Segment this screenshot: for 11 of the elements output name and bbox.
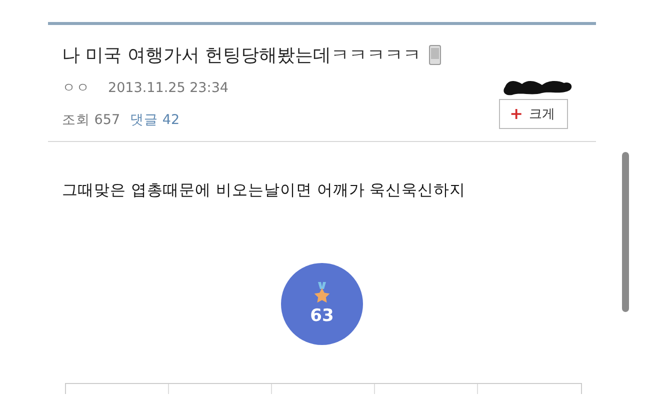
post-body: 그때맞은 엽총때문에 비오는날이면 어깨가 욱신욱신하지	[62, 180, 467, 201]
recommend-button[interactable]: 63	[281, 263, 363, 345]
phone-icon	[429, 45, 442, 65]
post-date: 2013.11.25 23:34	[108, 80, 228, 96]
enlarge-button[interactable]: + 크게	[498, 99, 568, 129]
scrollbar[interactable]	[622, 152, 629, 312]
comment-count[interactable]: 댓글 42	[130, 112, 180, 128]
post-title: 나 미국 여행가서 헌팅당해봤는데ㅋㅋㅋㅋㅋ	[62, 44, 422, 67]
author-name: ㅇㅇ	[62, 80, 90, 96]
medal-icon	[313, 282, 331, 304]
view-count: 조회 657	[62, 112, 120, 128]
